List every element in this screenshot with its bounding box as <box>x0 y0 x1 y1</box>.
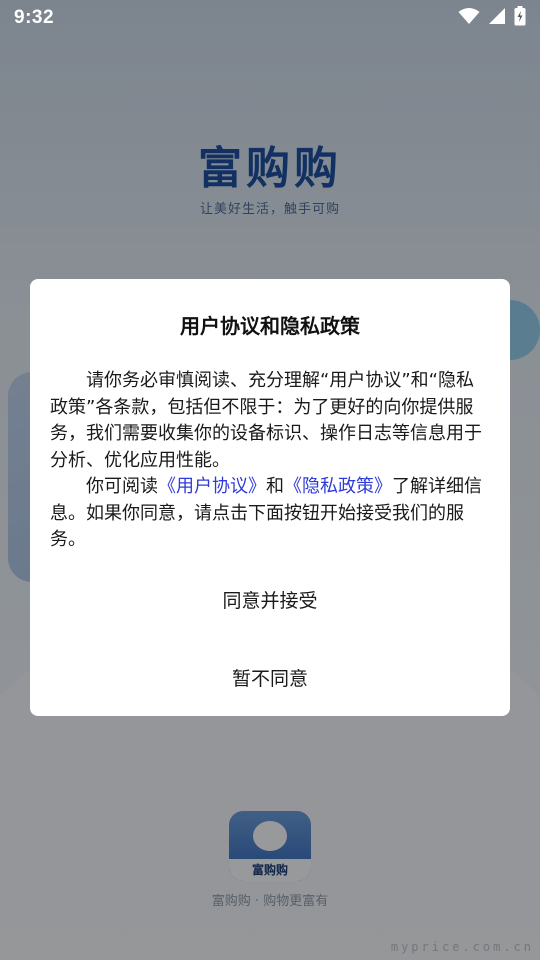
status-bar: 9:32 <box>0 0 540 36</box>
paragraph-2-and: 和 <box>266 476 284 497</box>
dialog-title: 用户协议和隐私政策 <box>180 314 360 338</box>
accept-button[interactable]: 同意并接受 <box>50 581 490 621</box>
user-agreement-link[interactable]: 《用户协议》 <box>158 476 266 497</box>
status-icons <box>458 6 526 30</box>
status-time: 9:32 <box>14 7 55 28</box>
cellular-signal-icon <box>488 7 506 29</box>
screen: 9:32 富购购 让美好生活，触手可购 富购购 富购购 · 购物更富有 mypr… <box>0 0 540 960</box>
battery-charging-icon <box>514 6 526 30</box>
dialog-paragraph-2: 你可阅读《用户协议》和《隐私政策》了解详细信息。如果你同意，请点击下面按钮开始接… <box>50 474 490 554</box>
dialog-paragraph-1: 请你务必审慎阅读、充分理解“用户协议”和“隐私政策”各条款，包括但不限于：为了更… <box>50 370 482 471</box>
privacy-policy-link[interactable]: 《隐私政策》 <box>284 476 392 497</box>
paragraph-2-prefix: 你可阅读 <box>86 476 158 497</box>
dialog-body: 请你务必审慎阅读、充分理解“用户协议”和“隐私政策”各条款，包括但不限于：为了更… <box>50 368 490 554</box>
wifi-icon <box>458 7 480 29</box>
decline-button[interactable]: 暂不同意 <box>50 659 490 699</box>
privacy-dialog: 用户协议和隐私政策 请你务必审慎阅读、充分理解“用户协议”和“隐私政策”各条款，… <box>30 279 510 716</box>
